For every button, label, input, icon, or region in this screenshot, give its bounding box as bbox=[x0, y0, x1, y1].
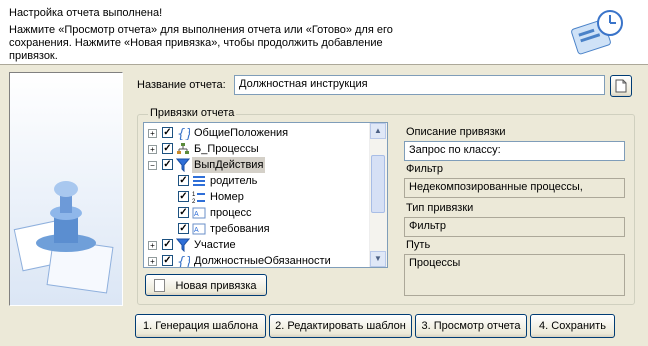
wizard-header: Настройка отчета выполнена! Нажмите «Про… bbox=[0, 0, 648, 65]
report-name-label: Название отчета: bbox=[137, 79, 226, 91]
expand-icon[interactable]: + bbox=[148, 145, 157, 154]
header-description: Нажмите «Просмотр отчета» для выполнения… bbox=[9, 24, 393, 62]
path-label: Путь bbox=[406, 239, 431, 251]
hierarchy-icon bbox=[176, 142, 190, 156]
filter-label: Фильтр bbox=[406, 163, 443, 175]
svg-text:2: 2 bbox=[192, 199, 196, 204]
tree-node-6[interactable]: ✓ Aтребования bbox=[144, 221, 370, 237]
preview-report-button[interactable]: 3. Просмотр отчета bbox=[415, 314, 527, 338]
checkbox-icon[interactable]: ✓ bbox=[162, 127, 173, 138]
report-clock-icon bbox=[571, 10, 623, 55]
svg-text:{}: {} bbox=[177, 255, 190, 268]
tree-node-label: родитель bbox=[210, 175, 258, 187]
expand-icon[interactable]: + bbox=[148, 257, 157, 266]
collapse-icon[interactable]: − bbox=[148, 161, 157, 170]
numbered-list-icon: 12 bbox=[192, 190, 206, 205]
tree-node-5[interactable]: ✓ Aпроцесс bbox=[144, 205, 370, 221]
filter-field: Недекомпозированные процессы, bbox=[404, 178, 625, 198]
checkbox-icon[interactable]: ✓ bbox=[162, 143, 173, 154]
svg-text:{}: {} bbox=[177, 127, 190, 140]
tree-node-1[interactable]: + ✓ Б_Процессы bbox=[144, 141, 370, 157]
text-field-icon: A bbox=[192, 206, 206, 220]
path-field: Процессы bbox=[404, 254, 625, 296]
binding-description-field[interactable]: Запрос по классу: bbox=[404, 141, 625, 161]
tree-node-3[interactable]: ✓ родитель bbox=[144, 173, 370, 189]
edit-template-button[interactable]: 2. Редактировать шаблон bbox=[269, 314, 412, 338]
checkbox-icon[interactable]: ✓ bbox=[162, 239, 173, 250]
tree-node-8[interactable]: + ✓ {} ДолжностныеОбязанности bbox=[144, 253, 370, 268]
checkbox-icon[interactable]: ✓ bbox=[178, 191, 189, 202]
save-button[interactable]: 4. Сохранить bbox=[530, 314, 615, 338]
tree-scrollbar[interactable]: ▲ ▼ bbox=[369, 123, 387, 267]
braces-icon: {} bbox=[176, 126, 194, 142]
report-template-button[interactable] bbox=[610, 75, 632, 97]
tree-node-label: требования bbox=[210, 223, 270, 235]
scroll-thumb[interactable] bbox=[371, 155, 385, 213]
bindings-group-title: Привязки отчета bbox=[148, 107, 237, 119]
expand-icon[interactable]: + bbox=[148, 241, 157, 250]
tree-node-label: процесс bbox=[210, 207, 252, 219]
checkbox-icon[interactable]: ✓ bbox=[162, 159, 173, 170]
new-document-icon bbox=[154, 279, 165, 292]
expand-icon[interactable]: + bbox=[148, 129, 157, 138]
filter-icon bbox=[175, 238, 191, 253]
bindings-tree[interactable]: +✓{}ОбщиеПоложения+✓Б_Процессы−✓ВыпДейст… bbox=[143, 122, 388, 268]
scroll-down-icon[interactable]: ▼ bbox=[370, 251, 386, 267]
scroll-up-icon[interactable]: ▲ bbox=[370, 123, 386, 139]
new-binding-button[interactable]: Новая привязка bbox=[145, 274, 267, 296]
text-field-icon: A bbox=[192, 222, 206, 236]
braces-icon: {} bbox=[176, 254, 194, 268]
binding-type-label: Тип привязки bbox=[406, 202, 474, 214]
tree-node-4[interactable]: ✓ 1 2 Номер bbox=[144, 189, 370, 205]
wizard-side-image bbox=[9, 72, 123, 306]
checkbox-icon[interactable]: ✓ bbox=[178, 207, 189, 218]
svg-text:A: A bbox=[194, 227, 199, 234]
tree-node-label: ОбщиеПоложения bbox=[194, 127, 289, 139]
report-name-input[interactable]: Должностная инструкция bbox=[234, 75, 605, 95]
tree-node-label: Номер bbox=[210, 191, 244, 203]
svg-text:A: A bbox=[194, 211, 199, 218]
header-title: Настройка отчета выполнена! bbox=[9, 7, 163, 19]
generate-template-button[interactable]: 1. Генерация шаблона bbox=[135, 314, 266, 338]
tree-node-label: Участие bbox=[194, 239, 236, 251]
tree-node-0[interactable]: + ✓ {} ОбщиеПоложения bbox=[144, 125, 370, 142]
stamp-icon bbox=[13, 181, 114, 294]
document-icon bbox=[615, 79, 627, 93]
tree-node-label: ВыпДействия bbox=[192, 157, 266, 173]
tree-node-label: Б_Процессы bbox=[194, 143, 259, 155]
binding-description-label: Описание привязки bbox=[406, 126, 506, 138]
list-icon bbox=[192, 174, 206, 188]
binding-type-field: Фильтр bbox=[404, 217, 625, 237]
checkbox-icon[interactable]: ✓ bbox=[178, 175, 189, 186]
tree-node-2[interactable]: − ✓ ВыпДействия bbox=[144, 157, 370, 173]
svg-text:1: 1 bbox=[192, 192, 196, 198]
checkbox-icon[interactable]: ✓ bbox=[178, 223, 189, 234]
filter-icon bbox=[175, 158, 191, 173]
tree-node-7[interactable]: + ✓ Участие bbox=[144, 237, 370, 253]
checkbox-icon[interactable]: ✓ bbox=[162, 255, 173, 266]
tree-node-label: ДолжностныеОбязанности bbox=[194, 255, 331, 267]
